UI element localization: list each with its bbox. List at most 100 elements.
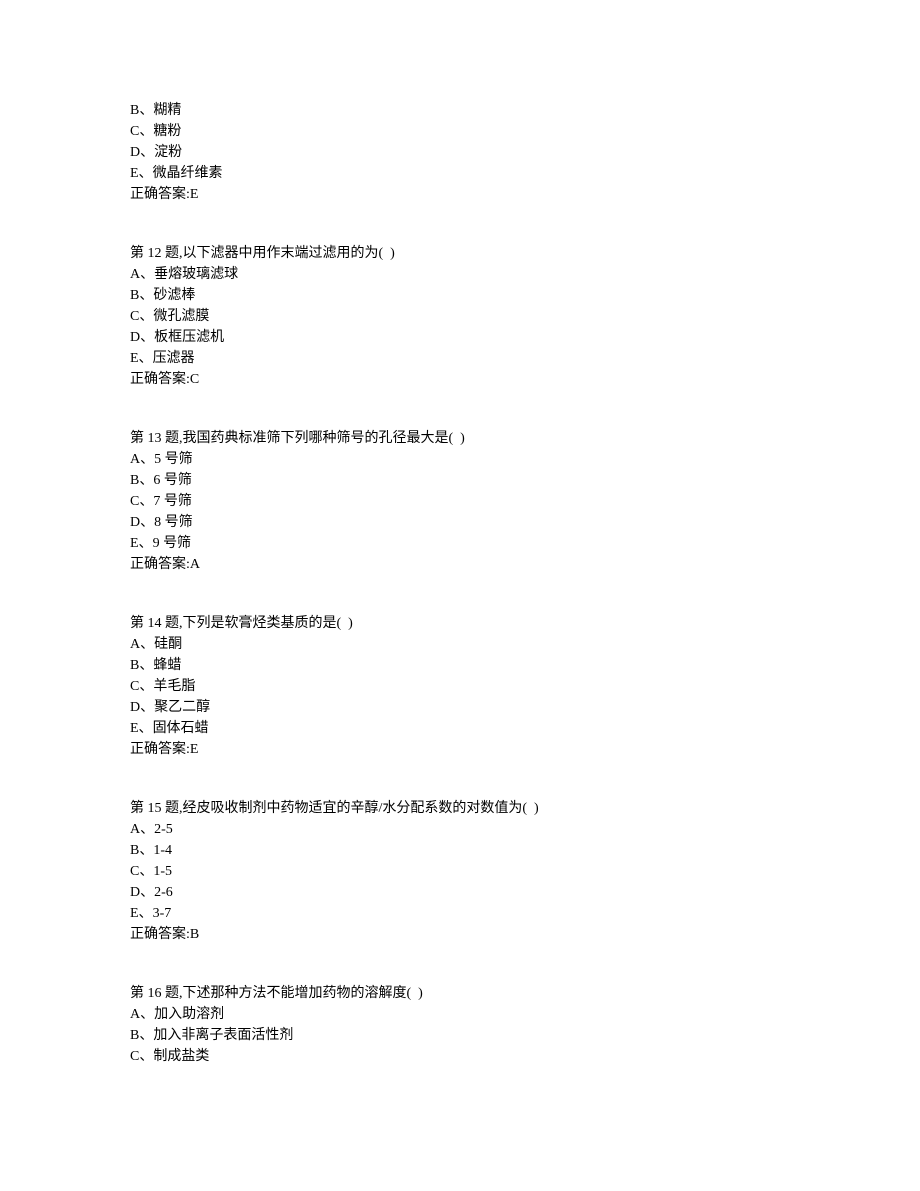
option-label: B、 bbox=[130, 473, 153, 488]
option-label: D、 bbox=[130, 145, 154, 160]
option-line: B、糊精 bbox=[130, 100, 790, 121]
option-label: E、 bbox=[130, 351, 153, 366]
answer-value: B bbox=[190, 927, 199, 942]
option-text: 砂滤棒 bbox=[153, 288, 195, 303]
option-text: 9 号筛 bbox=[153, 536, 192, 551]
option-label: A、 bbox=[130, 637, 154, 652]
option-text: 压滤器 bbox=[153, 351, 195, 366]
option-line: D、聚乙二醇 bbox=[130, 697, 790, 718]
option-label: D、 bbox=[130, 330, 154, 345]
question-stem: 以下滤器中用作末端过滤用的为( ) bbox=[183, 246, 395, 261]
option-line: C、糖粉 bbox=[130, 121, 790, 142]
option-text: 糊精 bbox=[153, 103, 181, 118]
option-label: A、 bbox=[130, 822, 154, 837]
option-label: B、 bbox=[130, 658, 153, 673]
option-text: 1-5 bbox=[153, 864, 172, 879]
option-text: 2-5 bbox=[154, 822, 173, 837]
option-line: D、淀粉 bbox=[130, 142, 790, 163]
option-text: 微孔滤膜 bbox=[153, 309, 209, 324]
option-line: C、微孔滤膜 bbox=[130, 306, 790, 327]
option-text: 6 号筛 bbox=[153, 473, 192, 488]
option-label: D、 bbox=[130, 885, 154, 900]
question-header: 第 15 题,经皮吸收制剂中药物适宜的辛醇/水分配系数的对数值为( ) bbox=[130, 798, 790, 819]
question-15: 第 15 题,经皮吸收制剂中药物适宜的辛醇/水分配系数的对数值为( ) A、2-… bbox=[130, 798, 790, 945]
question-stem: 下列是软膏烃类基质的是( ) bbox=[183, 616, 353, 631]
option-line: E、固体石蜡 bbox=[130, 718, 790, 739]
option-label: B、 bbox=[130, 1028, 153, 1043]
option-text: 垂熔玻璃滤球 bbox=[154, 267, 238, 282]
option-text: 1-4 bbox=[153, 843, 172, 858]
question-header: 第 12 题,以下滤器中用作末端过滤用的为( ) bbox=[130, 243, 790, 264]
question-12: 第 12 题,以下滤器中用作末端过滤用的为( ) A、垂熔玻璃滤球 B、砂滤棒 … bbox=[130, 243, 790, 390]
question-header: 第 13 题,我国药典标准筛下列哪种筛号的孔径最大是( ) bbox=[130, 428, 790, 449]
answer-line: 正确答案:E bbox=[130, 184, 790, 205]
option-line: E、微晶纤维素 bbox=[130, 163, 790, 184]
option-text: 3-7 bbox=[153, 906, 172, 921]
option-line: E、压滤器 bbox=[130, 348, 790, 369]
answer-prefix: 正确答案: bbox=[130, 742, 190, 757]
question-number: 第 16 题, bbox=[130, 986, 183, 1001]
option-line: A、2-5 bbox=[130, 819, 790, 840]
option-label: A、 bbox=[130, 1007, 154, 1022]
option-label: B、 bbox=[130, 288, 153, 303]
option-text: 羊毛脂 bbox=[153, 679, 195, 694]
option-label: A、 bbox=[130, 267, 154, 282]
question-number: 第 13 题, bbox=[130, 431, 183, 446]
answer-prefix: 正确答案: bbox=[130, 187, 190, 202]
partial-question-top: B、糊精 C、糖粉 D、淀粉 E、微晶纤维素 正确答案:E bbox=[130, 100, 790, 205]
option-line: A、硅酮 bbox=[130, 634, 790, 655]
option-text: 微晶纤维素 bbox=[153, 166, 223, 181]
option-label: C、 bbox=[130, 864, 153, 879]
option-line: C、羊毛脂 bbox=[130, 676, 790, 697]
option-label: C、 bbox=[130, 494, 153, 509]
option-text: 7 号筛 bbox=[153, 494, 192, 509]
option-label: C、 bbox=[130, 1049, 153, 1064]
option-text: 5 号筛 bbox=[154, 452, 193, 467]
option-line: A、5 号筛 bbox=[130, 449, 790, 470]
question-14: 第 14 题,下列是软膏烃类基质的是( ) A、硅酮 B、蜂蜡 C、羊毛脂 D、… bbox=[130, 613, 790, 760]
question-13: 第 13 题,我国药典标准筛下列哪种筛号的孔径最大是( ) A、5 号筛 B、6… bbox=[130, 428, 790, 575]
option-text: 8 号筛 bbox=[154, 515, 193, 530]
question-header: 第 16 题,下述那种方法不能增加药物的溶解度( ) bbox=[130, 983, 790, 1004]
question-number: 第 15 题, bbox=[130, 801, 183, 816]
answer-line: 正确答案:B bbox=[130, 924, 790, 945]
option-text: 加入非离子表面活性剂 bbox=[153, 1028, 293, 1043]
option-label: C、 bbox=[130, 309, 153, 324]
option-label: D、 bbox=[130, 515, 154, 530]
option-line: C、7 号筛 bbox=[130, 491, 790, 512]
option-text: 2-6 bbox=[154, 885, 173, 900]
answer-line: 正确答案:A bbox=[130, 554, 790, 575]
option-line: D、板框压滤机 bbox=[130, 327, 790, 348]
option-line: D、2-6 bbox=[130, 882, 790, 903]
answer-line: 正确答案:E bbox=[130, 739, 790, 760]
option-label: E、 bbox=[130, 906, 153, 921]
option-line: B、加入非离子表面活性剂 bbox=[130, 1025, 790, 1046]
option-text: 制成盐类 bbox=[153, 1049, 209, 1064]
option-text: 蜂蜡 bbox=[153, 658, 181, 673]
option-label: A、 bbox=[130, 452, 154, 467]
answer-prefix: 正确答案: bbox=[130, 927, 190, 942]
option-line: B、蜂蜡 bbox=[130, 655, 790, 676]
question-stem: 我国药典标准筛下列哪种筛号的孔径最大是( ) bbox=[183, 431, 465, 446]
answer-value: C bbox=[190, 372, 199, 387]
option-text: 聚乙二醇 bbox=[154, 700, 210, 715]
answer-prefix: 正确答案: bbox=[130, 557, 190, 572]
option-label: B、 bbox=[130, 103, 153, 118]
option-label: C、 bbox=[130, 679, 153, 694]
option-line: B、1-4 bbox=[130, 840, 790, 861]
question-16: 第 16 题,下述那种方法不能增加药物的溶解度( ) A、加入助溶剂 B、加入非… bbox=[130, 983, 790, 1067]
option-line: B、6 号筛 bbox=[130, 470, 790, 491]
option-line: A、加入助溶剂 bbox=[130, 1004, 790, 1025]
answer-value: E bbox=[190, 742, 199, 757]
option-line: C、制成盐类 bbox=[130, 1046, 790, 1067]
option-label: C、 bbox=[130, 124, 153, 139]
answer-line: 正确答案:C bbox=[130, 369, 790, 390]
option-text: 糖粉 bbox=[153, 124, 181, 139]
answer-value: E bbox=[190, 187, 199, 202]
option-label: E、 bbox=[130, 166, 153, 181]
option-line: E、9 号筛 bbox=[130, 533, 790, 554]
option-line: E、3-7 bbox=[130, 903, 790, 924]
option-text: 加入助溶剂 bbox=[154, 1007, 224, 1022]
answer-prefix: 正确答案: bbox=[130, 372, 190, 387]
question-stem: 下述那种方法不能增加药物的溶解度( ) bbox=[183, 986, 423, 1001]
